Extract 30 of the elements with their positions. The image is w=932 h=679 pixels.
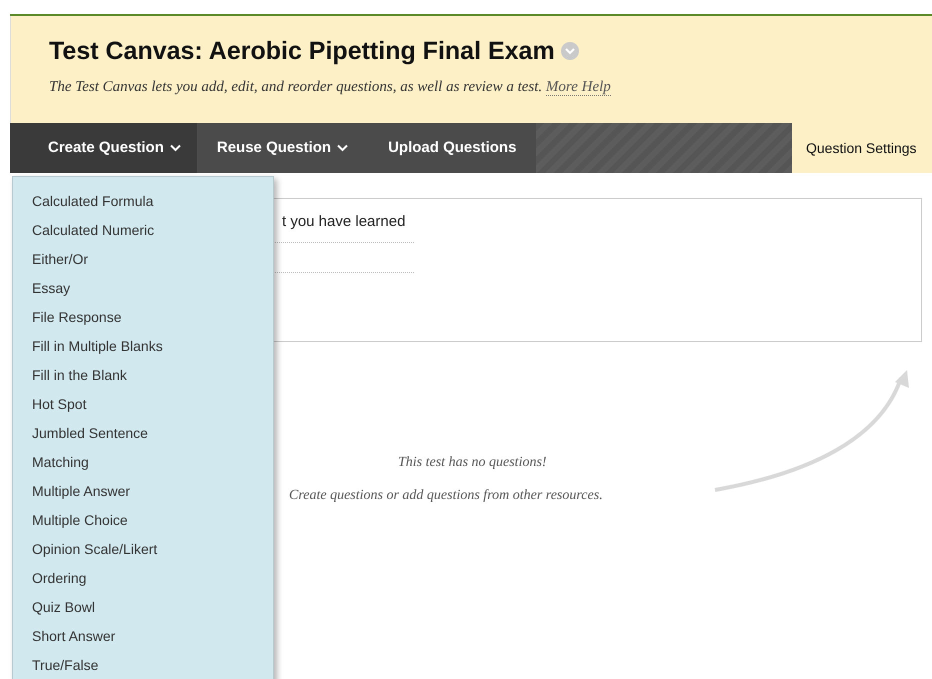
menu-item[interactable]: Multiple Choice: [13, 506, 273, 535]
toolbar-menu-button[interactable]: Create Question: [10, 123, 197, 173]
menu-item[interactable]: Multiple Answer: [13, 477, 273, 506]
menu-item[interactable]: Jumbled Sentence: [13, 419, 273, 448]
chevron-icon: [337, 144, 348, 152]
menu-item[interactable]: Quiz Bowl: [13, 593, 273, 622]
page-description: The Test Canvas lets you add, edit, and reorder questions, as well as review a test. More Help: [49, 78, 612, 98]
page-title: Test Canvas: Aerobic Pipetting Final Exam: [49, 36, 555, 66]
menu-item[interactable]: Fill in the Blank: [13, 361, 273, 390]
menu-item[interactable]: Fill in Multiple Blanks: [13, 332, 273, 361]
info-text: t you have learned: [282, 212, 406, 232]
chevron-icon: [170, 144, 181, 152]
empty-title: This test has no questions!: [398, 454, 547, 472]
menu-item[interactable]: Essay: [13, 274, 273, 303]
menu-item[interactable]: Calculated Formula: [13, 187, 273, 216]
help-link[interactable]: More Help: [546, 79, 611, 96]
menu-item[interactable]: Opinion Scale/Likert: [13, 535, 273, 564]
menu-item[interactable]: True/False: [13, 651, 273, 679]
menu-item[interactable]: File Response: [13, 303, 273, 332]
menu-item[interactable]: Calculated Numeric: [13, 216, 273, 245]
menu-item[interactable]: Matching: [13, 448, 273, 477]
toolbar-menu-button[interactable]: Reuse Question: [196, 123, 368, 173]
menu-item[interactable]: Ordering: [13, 564, 273, 593]
settings-tab[interactable]: Question Settings: [792, 123, 932, 173]
menu-item[interactable]: Either/Or: [13, 245, 273, 274]
empty-hint: Create questions or add questions from other resources.: [289, 487, 603, 505]
menu-item[interactable]: Hot Spot: [13, 390, 273, 419]
toolbar-menu-button[interactable]: Upload Questions: [368, 123, 536, 173]
menu-item[interactable]: Short Answer: [13, 622, 273, 651]
chevron-circle-icon[interactable]: [560, 42, 579, 60]
